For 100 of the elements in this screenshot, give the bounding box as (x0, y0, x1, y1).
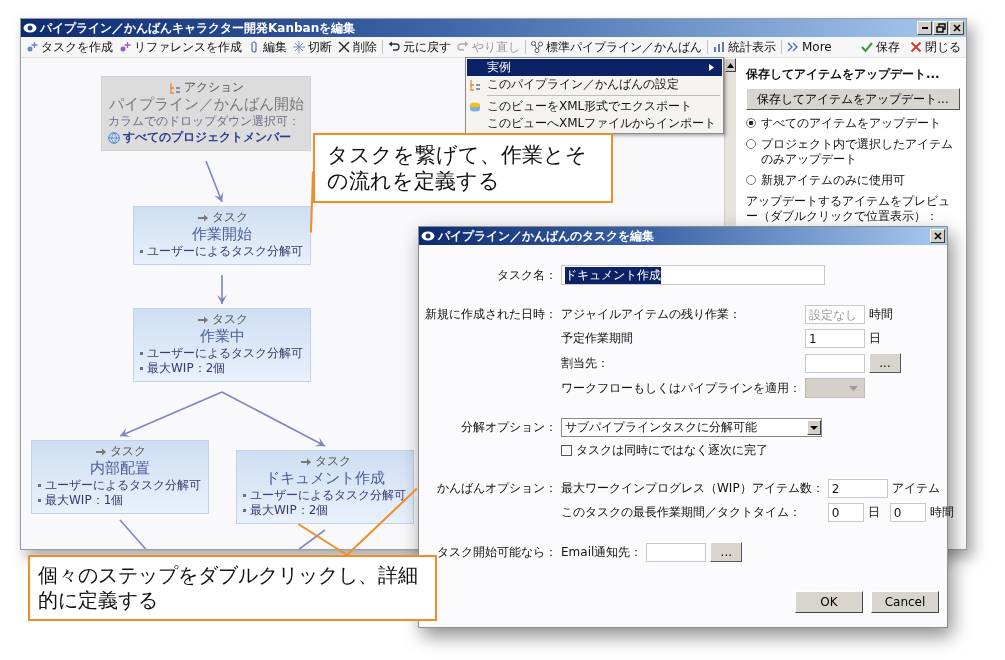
text-field[interactable]: ドキュメント作成 (561, 265, 825, 285)
task-node[interactable]: タスク 内部配置 ユーザーによるタスク分解可 最大WIP：1個 (31, 440, 209, 514)
field-label: 割当先： (561, 354, 610, 372)
toolbar-button[interactable]: 編集 (245, 38, 290, 56)
node-detail: 最大WIP：2個 (243, 503, 329, 518)
unit-label: 日 (867, 504, 880, 521)
close-icon (933, 232, 942, 240)
chart-icon (713, 41, 725, 53)
window-title: パイプライン／かんばんキャラクター開発Kanbanを編集 (40, 19, 356, 37)
radio-label: すべてのアイテムをアップデート (761, 116, 941, 131)
field-label: このタスクの最長作業期間／タクトタイム： (561, 504, 802, 521)
close-icon (952, 24, 961, 32)
connector-arrow (217, 274, 227, 305)
field-label: アジャイルアイテムの残り作業： (561, 306, 742, 323)
radio-label: プロジェクト内で選択したアイテムのみアップデート (761, 137, 954, 167)
double-chevron-icon (787, 41, 799, 53)
node-type-label: タスク (211, 210, 248, 225)
text-field[interactable]: 1 (805, 329, 865, 348)
minimize-icon (921, 27, 928, 29)
dropdown-button[interactable] (807, 420, 821, 435)
unit-label: 時間 (869, 306, 893, 323)
restore-button[interactable] (933, 21, 948, 35)
task-node[interactable]: タスク ドキュメント作成 ユーザーによるタスク分解可 最大WIP：2個 (236, 450, 414, 524)
toolbar-button[interactable]: リファレンスを作成 (116, 38, 245, 56)
radio-button[interactable] (746, 118, 756, 128)
text-field[interactable]: 2 (827, 479, 888, 498)
minimize-button[interactable] (917, 21, 932, 35)
toolbar-button[interactable]: 削除 (335, 38, 380, 56)
menu-item[interactable]: このビューをXML形式でエクスポート (467, 98, 723, 115)
text-field[interactable]: 設定なし (805, 305, 865, 324)
connector-arrow (205, 160, 224, 203)
bracket-icon (168, 81, 181, 94)
close-button[interactable]: 閉じる (907, 38, 964, 56)
member-label: すべてのプロジェクトメンバー (123, 130, 291, 145)
globe-icon (108, 131, 120, 144)
radio-button[interactable] (746, 175, 756, 185)
toolbar-button[interactable]: 切断 (290, 38, 335, 56)
dropdown-arrow-icon (810, 425, 818, 430)
delete-icon (338, 41, 350, 53)
redo-icon (457, 41, 469, 53)
checkbox[interactable] (561, 445, 572, 456)
eye-icon (23, 22, 37, 34)
up-arrow-icon (727, 62, 734, 68)
menu-item[interactable]: このビューへXMLファイルからインポート (467, 115, 723, 132)
node-detail: ユーザーによるタスク分解可 (140, 244, 303, 259)
field-label: ワークフローもしくはパイプラインを適用： (561, 379, 801, 397)
node-detail: 最大WIP：1個 (38, 493, 124, 508)
save-button[interactable]: 保存 (858, 38, 903, 56)
node-title: 内部配置 (90, 459, 150, 478)
node-detail: ユーザーによるタスク分解可 (140, 346, 303, 361)
database-icon (469, 100, 481, 113)
text-field[interactable]: 0 (889, 503, 926, 522)
toolbar-button[interactable]: 統計表示 (710, 38, 779, 56)
scroll-up-button[interactable] (725, 58, 736, 72)
dialog-button[interactable]: Cancel (871, 591, 939, 613)
field-label: Email通知先： (561, 543, 643, 561)
toolbar-button[interactable]: More (784, 38, 835, 56)
radio-button[interactable] (746, 139, 756, 149)
toolbar-button[interactable]: 標準パイプライン／かんばん (528, 38, 705, 56)
action-node[interactable]: アクション パイプライン／かんばん開始 カラムでのドロップダウン選択可： すべてのプロジェクトメンバー (101, 76, 311, 151)
undo-icon (388, 41, 400, 53)
menu-item[interactable]: このパイプライン／かんばんの設定 (467, 76, 723, 93)
checkmark-icon (861, 41, 873, 53)
node-detail: ユーザーによるタスク分解可 (243, 488, 406, 503)
node-type-label: タスク (109, 444, 146, 459)
node-note: カラムでのドロップダウン選択可： (108, 114, 300, 129)
text-field[interactable] (646, 542, 707, 562)
dropdown-arrow-icon (849, 385, 858, 391)
node-title: ドキュメント作成 (265, 469, 385, 488)
update-button[interactable]: 保存してアイテムをアップデート... (746, 88, 960, 110)
unit-label: アイテム (891, 480, 940, 497)
browse-button[interactable]: ... (869, 353, 901, 373)
task-node[interactable]: タスク 作業開始 ユーザーによるタスク分解可 (133, 206, 311, 265)
eye-icon (421, 230, 435, 242)
starburst-icon (293, 41, 305, 53)
field-label: かんばんオプション： (436, 480, 557, 497)
add-node-icon (119, 41, 131, 53)
dropdown[interactable]: サブパイプラインタスクに分解可能 (561, 418, 822, 437)
panel-heading: 保存してアイテムをアップデート... (746, 67, 941, 82)
dialog-button[interactable]: OK (795, 591, 863, 613)
text-field[interactable]: 0 (827, 503, 864, 522)
radio-label: 新規アイテムのみに使用可 (761, 173, 905, 188)
close-icon (910, 41, 922, 53)
close-button[interactable] (930, 229, 945, 243)
paperclip-icon (248, 41, 260, 53)
toolbar-button[interactable]: タスクを作成 (23, 38, 116, 56)
task-node[interactable]: タスク 作業中 ユーザーによるタスク分解可 最大WIP：2個 (133, 308, 311, 382)
node-type-label: アクション (183, 80, 244, 95)
text-field[interactable] (805, 353, 865, 373)
field-label: 予定作業期間 (561, 330, 634, 347)
toolbar-button[interactable]: 元に戻す (385, 38, 454, 56)
callout: タスクを繋げて、作業とその流れを定義する (313, 133, 613, 203)
field-label: タスク名： (496, 266, 557, 284)
flow-diagram-icon (531, 41, 543, 53)
callout: 個々のステップをダブルクリックし、詳細的に定義する (28, 555, 437, 621)
field-label: 分解オプション： (460, 419, 557, 436)
field-label: 新規に作成された日時： (424, 306, 557, 323)
close-button[interactable] (949, 21, 964, 35)
browse-button[interactable]: ... (710, 542, 743, 562)
menu-item[interactable]: 実例 (467, 59, 723, 76)
